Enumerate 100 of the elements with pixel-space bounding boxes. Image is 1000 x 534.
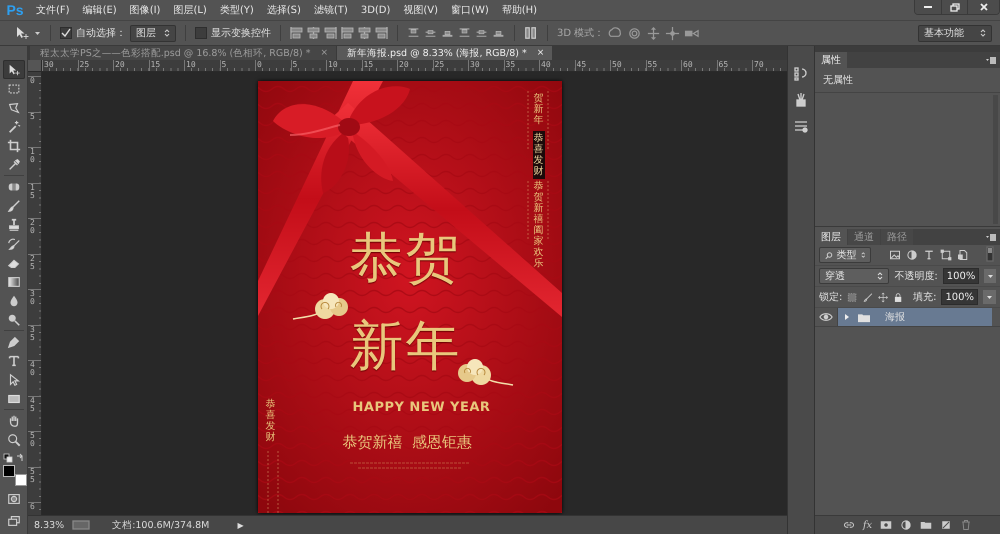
ruler-label: 45 bbox=[30, 396, 35, 412]
checkbox-label: 显示变换控件 bbox=[211, 26, 271, 40]
menu-item[interactable]: 帮助(H) bbox=[496, 3, 544, 17]
menu-item[interactable]: 窗口(W) bbox=[445, 3, 496, 17]
menu-item[interactable]: 文件(F) bbox=[30, 3, 77, 17]
stamp-icon bbox=[6, 218, 20, 232]
menu-item[interactable]: 编辑(E) bbox=[76, 3, 124, 17]
lasso-icon bbox=[6, 100, 20, 114]
menu-item[interactable]: 滤镜(T) bbox=[308, 3, 355, 17]
align-icon bbox=[324, 26, 337, 40]
type-filter-icon bbox=[923, 249, 935, 261]
filter-toggle-icon bbox=[984, 246, 996, 262]
letter-t-icon bbox=[6, 354, 20, 368]
updown-arrow-icon bbox=[980, 28, 986, 38]
foreground-color-swatch[interactable] bbox=[2, 465, 14, 477]
status-menu-button[interactable]: ▶ bbox=[237, 520, 244, 530]
menu-item[interactable]: 图层(L) bbox=[167, 3, 214, 17]
opacity-field[interactable]: 100% bbox=[942, 268, 980, 284]
eyedropper-icon bbox=[6, 158, 20, 172]
lollipop-icon bbox=[6, 312, 20, 326]
lock-paint-icon bbox=[862, 292, 873, 302]
ruler-label: 30 bbox=[42, 60, 78, 71]
menu-item[interactable]: 选择(S) bbox=[260, 3, 308, 17]
layer-row[interactable]: 海报 bbox=[838, 308, 992, 326]
opacity-label: 不透明度: bbox=[894, 270, 938, 283]
checkbox-label: 自动选择： bbox=[76, 26, 126, 40]
panel-tab[interactable]: 通道 bbox=[848, 229, 880, 245]
drag-3d-icon bbox=[646, 26, 662, 40]
document-size: 文档:100.6M/374.8M bbox=[112, 518, 210, 532]
status-icon bbox=[72, 519, 90, 531]
move-icon bbox=[6, 62, 20, 76]
menu-item[interactable]: 视图(V) bbox=[397, 3, 446, 17]
properties-message: 无属性 bbox=[815, 68, 1000, 93]
menu-item[interactable]: 图像(I) bbox=[124, 3, 168, 17]
app-logo: Ps bbox=[5, 2, 25, 18]
move-tool[interactable] bbox=[2, 60, 24, 79]
pen-icon bbox=[6, 334, 20, 348]
new-layer-button[interactable] bbox=[940, 519, 952, 531]
ruler-label: 20 bbox=[397, 60, 432, 71]
align-icon bbox=[358, 26, 371, 40]
ruler-label: 0 bbox=[255, 60, 290, 71]
ruler-label: 55 bbox=[30, 468, 35, 484]
dropdown-button[interactable] bbox=[984, 269, 996, 283]
ruler-label: 30 bbox=[30, 290, 35, 306]
filter-dropdown[interactable]: 类型 bbox=[819, 247, 871, 263]
adjustment-layer-button[interactable] bbox=[900, 519, 912, 531]
panel-menu-icon bbox=[985, 56, 997, 64]
updown-arrow-icon bbox=[164, 28, 170, 38]
dropdown-button[interactable] bbox=[983, 290, 996, 304]
distribute-icon bbox=[458, 26, 471, 40]
menu-item[interactable]: 3D(D) bbox=[354, 4, 398, 16]
trash-button[interactable] bbox=[960, 519, 972, 531]
new-layer-icon bbox=[940, 519, 952, 531]
gradient-icon bbox=[6, 274, 20, 288]
align-icon bbox=[375, 26, 388, 40]
ruler-label: 6 bbox=[30, 503, 35, 511]
zoom-level: 8.33% bbox=[34, 520, 64, 530]
layer-style-button[interactable]: fx bbox=[862, 520, 872, 530]
panel-tab[interactable]: 属性 bbox=[815, 52, 847, 68]
auto-select-dropdown[interactable]: 图层 bbox=[130, 24, 176, 42]
close-button[interactable] bbox=[967, 0, 999, 14]
workspace-dropdown[interactable]: 基本功能 bbox=[918, 24, 992, 42]
poster-subtitle: HAPPY NEW YEAR bbox=[352, 400, 490, 415]
panel-menu-icon bbox=[985, 232, 997, 242]
slide-3d-icon bbox=[665, 26, 680, 40]
trash-icon bbox=[960, 519, 972, 531]
panel-tab[interactable]: 图层 bbox=[815, 229, 847, 245]
tab-close-button[interactable]: × bbox=[534, 48, 546, 58]
document-tab[interactable]: 新年海报.psd @ 8.33% (海报, RGB/8) * × bbox=[337, 46, 552, 60]
align-icon bbox=[307, 26, 320, 40]
caret-icon bbox=[986, 272, 994, 280]
swap-colors-icon bbox=[14, 453, 24, 463]
ruler-label: 5 bbox=[30, 112, 35, 120]
quick-mask-icon bbox=[6, 492, 20, 506]
document-tab[interactable]: 程太太学PS之——色彩搭配.psd @ 16.8% (色相环, RGB/8) * × bbox=[30, 46, 336, 60]
vertical-caption: 贺新年 bbox=[534, 93, 544, 126]
ruler-label: 10 bbox=[326, 60, 362, 71]
ruler-label: 50 bbox=[610, 60, 646, 71]
ruler-label: 40 bbox=[30, 361, 35, 377]
minimize-button[interactable] bbox=[915, 0, 941, 14]
caret-icon bbox=[986, 294, 993, 300]
menu-item[interactable]: 类型(Y) bbox=[214, 3, 261, 17]
restore-button[interactable] bbox=[941, 0, 967, 14]
tab-close-button[interactable]: × bbox=[318, 48, 330, 58]
background-color-swatch[interactable] bbox=[14, 474, 26, 486]
poster-title: 恭贺 bbox=[350, 231, 462, 285]
checkbox[interactable] bbox=[195, 27, 207, 39]
ruler-label: 35 bbox=[30, 326, 35, 342]
panel-tab[interactable]: 路径 bbox=[881, 229, 913, 245]
lock-position-icon bbox=[878, 292, 888, 302]
checkbox[interactable] bbox=[60, 27, 72, 39]
folder-button[interactable] bbox=[920, 519, 932, 531]
orbit-icon bbox=[627, 26, 642, 40]
blend-mode-dropdown[interactable]: 穿透 bbox=[819, 268, 890, 284]
history-brush-icon bbox=[6, 236, 20, 250]
vertical-badge: 恭喜发财 bbox=[532, 131, 544, 179]
fill-field[interactable]: 100% bbox=[941, 289, 978, 305]
mask-button[interactable] bbox=[880, 519, 892, 531]
vertical-caption: 恭贺新禧阖家欢乐 bbox=[534, 181, 544, 269]
align-icon bbox=[290, 26, 303, 40]
